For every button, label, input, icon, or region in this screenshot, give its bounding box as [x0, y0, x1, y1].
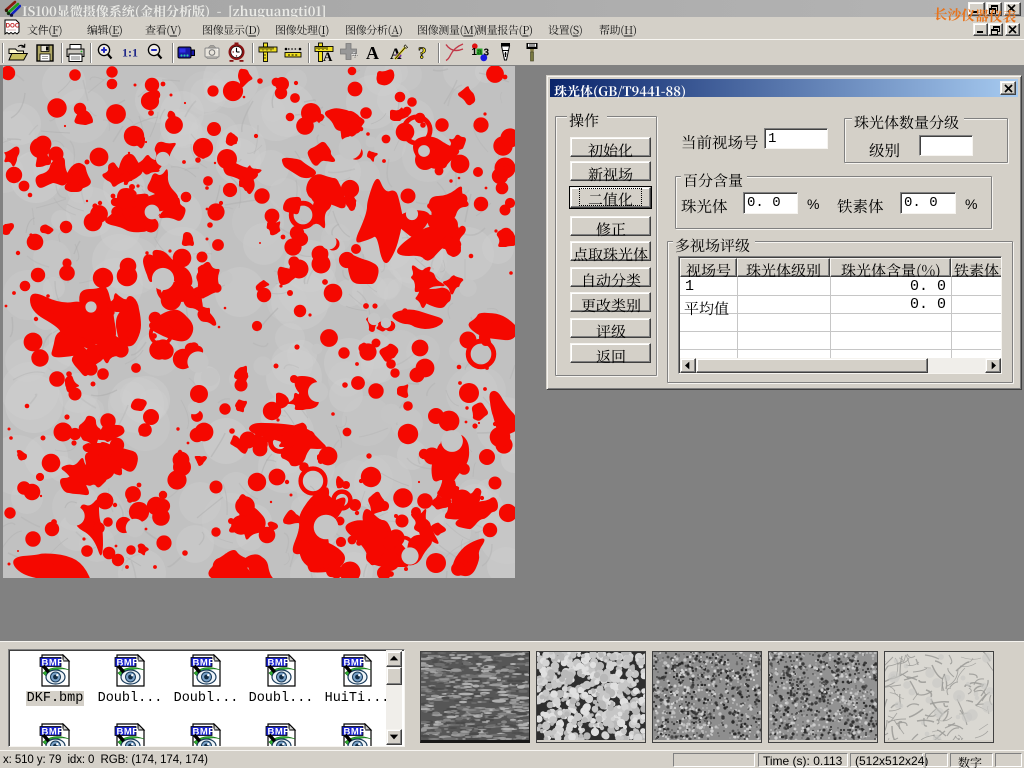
- svg-text:1:1: 1:1: [122, 46, 138, 60]
- svg-text:DOC: DOC: [6, 23, 20, 30]
- svg-text:A: A: [323, 49, 333, 62]
- svg-text:?: ?: [418, 44, 427, 63]
- svg-text:A: A: [366, 43, 379, 62]
